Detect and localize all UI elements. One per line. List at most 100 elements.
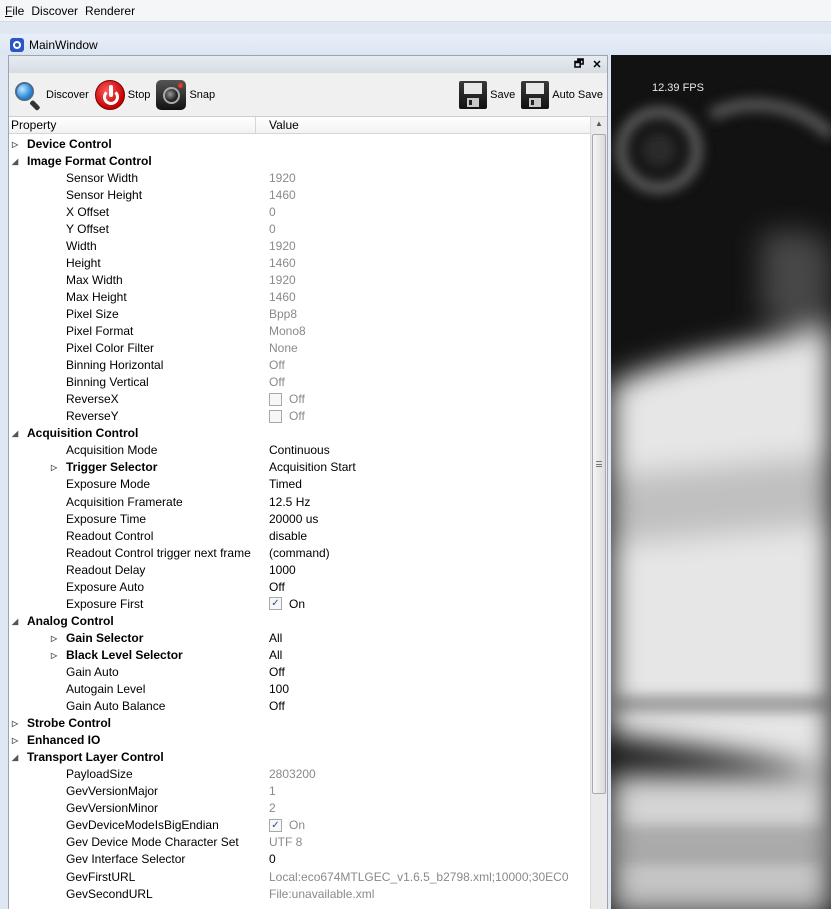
expanded-triangle-icon[interactable]: ◢ <box>12 157 18 166</box>
property-row[interactable]: GevVersionMajor 1 <box>9 783 590 800</box>
property-category-row[interactable]: ◢ Analog Control <box>9 612 590 629</box>
property-value[interactable]: Timed <box>256 477 590 491</box>
property-row[interactable]: Pixel Size Bpp8 <box>9 305 590 322</box>
column-header-value[interactable]: Value <box>256 117 586 133</box>
property-row[interactable]: Gain Auto Balance Off <box>9 698 590 715</box>
property-grid-scrollbar[interactable]: ▲ <box>590 117 607 909</box>
property-category-row[interactable]: ◢ Acquisition Control <box>9 425 590 442</box>
property-row[interactable]: Max Height 1460 <box>9 288 590 305</box>
discover-button[interactable]: Discover <box>13 80 89 111</box>
property-row[interactable]: Pixel Format Mono8 <box>9 323 590 340</box>
property-value[interactable]: Off <box>256 699 590 713</box>
property-row[interactable]: X Offset 0 <box>9 203 590 220</box>
floppy-disk-auto-icon <box>521 80 550 109</box>
camera-video-view[interactable]: 12.39 FPS <box>611 55 831 909</box>
menu-file[interactable]: File <box>5 4 31 18</box>
collapsed-triangle-icon[interactable]: ▷ <box>12 736 18 745</box>
property-value[interactable]: 1000 <box>256 563 590 577</box>
property-row[interactable]: Readout Control trigger next frame (comma… <box>9 544 590 561</box>
property-value[interactable]: Acquisition Start <box>256 460 590 474</box>
expanded-triangle-icon[interactable]: ◢ <box>12 753 18 762</box>
property-value-text: Mono8 <box>269 324 306 339</box>
property-row[interactable]: GevFirstURL Local:eco674MTLGEC_v1.6.5_b27… <box>9 868 590 885</box>
property-value[interactable]: 100 <box>256 682 590 696</box>
property-row[interactable]: Autogain Level 100 <box>9 681 590 698</box>
expanded-triangle-icon[interactable]: ◢ <box>12 429 18 438</box>
checkbox-checked[interactable]: ✓ <box>269 597 282 611</box>
property-row[interactable]: Readout Control disable <box>9 527 590 544</box>
property-row[interactable]: ▷ Black Level Selector All <box>9 646 590 663</box>
property-row[interactable]: Binning Vertical Off <box>9 374 590 391</box>
property-value[interactable]: Off <box>256 665 590 679</box>
expanded-triangle-icon[interactable]: ◢ <box>12 617 18 626</box>
property-value[interactable]: All <box>256 631 590 645</box>
save-button[interactable]: Save <box>459 80 515 109</box>
property-row[interactable]: Height 1460 <box>9 254 590 271</box>
menu-discover[interactable]: Discover <box>31 4 85 18</box>
property-row[interactable]: Gain Auto Off <box>9 663 590 680</box>
property-row[interactable]: Exposure Mode Timed <box>9 476 590 493</box>
property-row[interactable]: Acquisition Framerate 12.5 Hz <box>9 493 590 510</box>
property-value: 1920 <box>256 273 590 287</box>
collapsed-triangle-icon[interactable]: ▷ <box>51 651 57 660</box>
property-row[interactable]: ▷ Trigger Selector Acquisition Start <box>9 459 590 476</box>
collapsed-triangle-icon[interactable]: ▷ <box>51 634 57 643</box>
snap-button[interactable]: Snap <box>156 79 215 110</box>
property-value[interactable]: Continuous <box>256 443 590 457</box>
property-value[interactable]: (command) <box>256 546 590 560</box>
property-value[interactable]: ✓ On <box>256 597 590 611</box>
property-row[interactable]: Max Width 1920 <box>9 271 590 288</box>
collapsed-triangle-icon[interactable]: ▷ <box>12 140 18 149</box>
scroll-up-arrow-icon[interactable]: ▲ <box>595 119 603 128</box>
property-row[interactable]: Sensor Height 1460 <box>9 186 590 203</box>
property-category-row[interactable]: ▷ Device Control <box>9 135 590 152</box>
property-row[interactable]: PayloadSize 2803200 <box>9 766 590 783</box>
property-value[interactable]: disable <box>256 529 590 543</box>
property-row[interactable]: Gev Interface Selector 0 <box>9 851 590 868</box>
property-row[interactable]: Acquisition Mode Continuous <box>9 442 590 459</box>
property-row[interactable]: Readout Delay 1000 <box>9 561 590 578</box>
property-category-row[interactable]: ▷ Strobe Control <box>9 715 590 732</box>
property-row[interactable]: ReverseX Off <box>9 391 590 408</box>
property-row[interactable]: Pixel Color Filter None <box>9 340 590 357</box>
property-value: File:unavailable.xml <box>256 887 590 901</box>
menu-renderer[interactable]: Renderer <box>85 4 142 18</box>
property-row[interactable]: Y Offset 0 <box>9 220 590 237</box>
property-name-text: Autogain Level <box>66 682 146 697</box>
property-value-text: 20000 us <box>269 511 319 526</box>
property-category-row[interactable]: ◢ Transport Layer Control <box>9 749 590 766</box>
property-row[interactable]: Binning Horizontal Off <box>9 357 590 374</box>
column-header-property[interactable]: Property <box>9 117 256 133</box>
dock-close-icon[interactable]: ✕ <box>591 58 603 71</box>
property-name: Sensor Height <box>9 188 256 202</box>
property-category-row[interactable]: ▷ Enhanced IO <box>9 732 590 749</box>
property-category-row[interactable]: ◢ Image Format Control <box>9 152 590 169</box>
property-value[interactable]: Off <box>256 580 590 594</box>
property-row[interactable]: Exposure Time 20000 us <box>9 510 590 527</box>
auto-save-button[interactable]: Auto Save <box>521 80 603 109</box>
property-value-text: Local:eco674MTLGEC_v1.6.5_b2798.xml;1000… <box>269 869 569 884</box>
scrollbar-thumb[interactable] <box>592 134 606 794</box>
property-row[interactable]: ▷ Gain Selector All <box>9 629 590 646</box>
property-row[interactable]: Width 1920 <box>9 237 590 254</box>
property-value[interactable]: 20000 us <box>256 512 590 526</box>
property-name: Acquisition Framerate <box>9 495 256 509</box>
property-row[interactable]: GevVersionMinor 2 <box>9 800 590 817</box>
dock-float-icon[interactable]: 🗗 <box>573 55 585 74</box>
property-value: Off <box>256 392 590 406</box>
stop-button[interactable]: Stop <box>94 79 150 110</box>
property-value-text: Off <box>269 699 285 714</box>
collapsed-triangle-icon[interactable]: ▷ <box>51 463 57 472</box>
property-row[interactable]: Sensor Width 1920 <box>9 169 590 186</box>
property-value[interactable]: 12.5 Hz <box>256 495 590 509</box>
property-row[interactable]: GevSecondURL File:unavailable.xml <box>9 885 590 902</box>
property-value[interactable]: All <box>256 648 590 662</box>
property-row[interactable]: GevDeviceModeIsBigEndian ✓ On <box>9 817 590 834</box>
property-row[interactable]: Gev Device Mode Character Set UTF 8 <box>9 834 590 851</box>
property-row[interactable]: Exposure Auto Off <box>9 578 590 595</box>
property-row[interactable]: ReverseY Off <box>9 408 590 425</box>
property-value[interactable]: 0 <box>256 852 590 866</box>
property-row[interactable]: Exposure First ✓ On <box>9 595 590 612</box>
collapsed-triangle-icon[interactable]: ▷ <box>12 719 18 728</box>
property-value-text: Off <box>269 579 285 594</box>
